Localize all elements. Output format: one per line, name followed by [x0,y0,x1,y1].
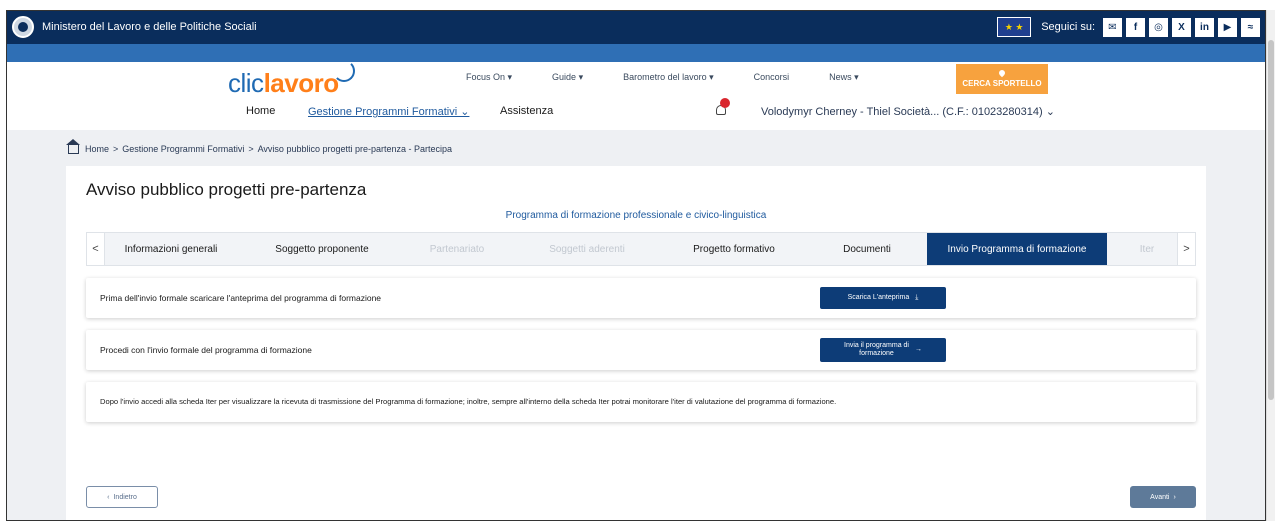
logo-text-clic: clic [228,68,264,98]
tab-progetto-formativo[interactable]: Progetto formativo [669,233,799,265]
cliclavoro-logo[interactable]: cliclavoro [228,60,355,99]
tab-partenariato: Partenariato [429,243,485,255]
linkedin-icon[interactable]: in [1195,17,1214,37]
tab-soggetti-aderenti: Soggetti aderenti [549,243,625,255]
government-bar: Ministero del Lavoro e delle Politiche S… [6,10,1266,44]
home-icon[interactable] [66,138,80,154]
download-preview-button[interactable]: Scarica L'anteprima ⤓ [820,287,946,309]
accent-band [6,44,1266,62]
breadcrumb-home[interactable]: Home [85,144,109,154]
cerca-sportello-button[interactable]: CERCA SPORTELLO [956,64,1048,94]
chevron-right-icon: › [1173,493,1176,501]
next-label: Avanti [1150,493,1170,501]
step-tabs: < Informazioni generali Soggetto propone… [86,232,1196,266]
logo-text-lavoro: lavoro [263,68,340,98]
send-program-button[interactable]: Invia il programma di formazione → [820,338,946,362]
page-title: Avviso pubblico progetti pre-partenza [86,180,367,199]
nav-gestione-programmi[interactable]: Gestione Programmi Formativi ⌄ [308,105,469,118]
page-scrollbar[interactable] [1266,10,1275,521]
top-links: Focus On ▾ Guide ▾ Barometro del lavoro … [466,72,859,83]
location-pin-icon [997,68,1007,78]
nav-guide[interactable]: Guide ▾ [552,72,583,83]
mail-icon[interactable]: ✉ [1103,17,1122,37]
breadcrumb-separator: > [248,144,254,154]
instagram-icon[interactable]: ◎ [1149,17,1168,37]
send-program-label-line1: Invia il programma di [844,341,909,349]
nav-barometro[interactable]: Barometro del lavoro ▾ [623,72,714,83]
follow-label: Seguici su: [1041,21,1095,33]
breadcrumb-gestione[interactable]: Gestione Programmi Formativi [122,144,244,154]
tab-soggetto-proponente[interactable]: Soggetto proponente [257,233,387,265]
download-preview-label: Scarica L'anteprima [847,293,910,301]
nav-home[interactable]: Home [246,105,275,117]
site-header: cliclavoro Focus On ▾ Guide ▾ Barometro … [6,60,1266,130]
info-text: Dopo l'invio accedi alla scheda Iter per… [100,397,837,406]
send-program-label-line2: formazione [859,350,894,357]
notification-badge [720,98,730,108]
eu-flag-icon: ★ ★ [997,17,1032,37]
arrow-right-icon: → [914,345,922,353]
send-program-label: Invia il programma di formazione [844,342,909,359]
tab-iter: Iter [1139,243,1155,255]
rss-icon[interactable]: ≈ [1241,17,1260,37]
send-row: Procedi con l'invio formale del programm… [86,330,1196,370]
breadcrumb-separator: > [113,144,119,154]
breadcrumb-current: Avviso pubblico progetti pre-partenza - … [257,144,453,154]
info-row: Dopo l'invio accedi alla scheda Iter per… [86,382,1196,422]
preview-row: Prima dell'invio formale scaricare l'ant… [86,278,1196,318]
republic-emblem-icon [12,16,34,38]
nav-concorsi[interactable]: Concorsi [754,72,790,83]
tabs-prev-arrow[interactable]: < [87,233,105,265]
next-button[interactable]: Avanti › [1130,486,1196,508]
back-label: Indietro [113,493,137,501]
form-card: Avviso pubblico progetti pre-partenza Pr… [66,166,1206,521]
logo-swoosh-icon [332,60,355,82]
download-icon: ⤓ [915,293,919,301]
nav-assistenza[interactable]: Assistenza [500,105,553,117]
main-content: Home > Gestione Programmi Formativi > Av… [6,130,1266,521]
breadcrumb: Home > Gestione Programmi Formativi > Av… [66,138,453,154]
youtube-icon[interactable]: ▶ [1218,17,1237,37]
chevron-left-icon: ‹ [107,493,110,501]
tabs-next-arrow[interactable]: > [1177,233,1195,265]
nav-news[interactable]: News ▾ [829,72,859,83]
ministry-name[interactable]: Ministero del Lavoro e delle Politiche S… [42,21,257,33]
tab-informazioni-generali[interactable]: Informazioni generali [107,233,235,265]
tab-documenti[interactable]: Documenti [817,233,917,265]
x-icon[interactable]: X [1172,17,1191,37]
page-subtitle: Programma di formazione professionale e … [505,210,767,221]
preview-instruction: Prima dell'invio formale scaricare l'ant… [100,293,382,303]
send-instruction: Procedi con l'invio formale del programm… [100,345,312,355]
user-menu[interactable]: Volodymyr Cherney - Thiel Società... (C.… [761,105,1055,118]
cerca-sportello-label: CERCA SPORTELLO [962,79,1042,88]
back-button[interactable]: ‹ Indietro [86,486,158,508]
scrollbar-thumb[interactable] [1268,40,1274,400]
facebook-icon[interactable]: f [1126,17,1145,37]
notification-bell-icon[interactable] [714,98,730,118]
tab-invio-programma[interactable]: Invio Programma di formazione [927,233,1107,265]
nav-focus-on[interactable]: Focus On ▾ [466,72,512,83]
